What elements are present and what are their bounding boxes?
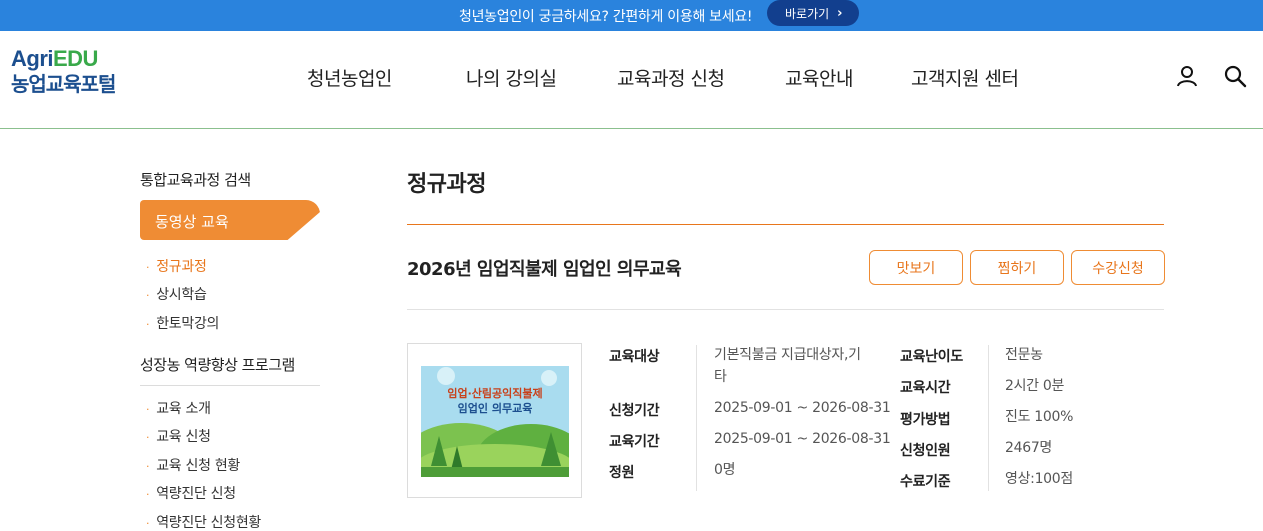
lnb-program-label: 역량진단 신청현황 <box>156 515 261 531</box>
info-label: 수료기준 <box>900 474 951 490</box>
banner-text: 청년농업인이 궁금하세요? 간편하게 이용해 보세요! <box>459 9 753 25</box>
lnb-program-item[interactable]: · 교육 신청 현황 <box>146 455 240 475</box>
enroll-button[interactable]: 수강신청 <box>1071 250 1165 285</box>
lnb-program-label: 역량진단 신청 <box>156 486 236 502</box>
banner-go-label: 바로가기 <box>785 6 830 21</box>
gnb-education-guide[interactable]: 교육안내 <box>785 64 853 91</box>
course-title: 2026년 임업직불제 임업인 의무교육 <box>407 259 682 280</box>
info-value: 영상:100점 <box>1005 471 1073 487</box>
lnb-program-item[interactable]: · 교육 신청 <box>146 426 211 446</box>
lnb-program-item[interactable]: · 교육 소개 <box>146 398 211 418</box>
info-label: 신청인원 <box>900 443 951 459</box>
search-icon[interactable] <box>1223 64 1247 88</box>
logo-ko: 농업교육포털 <box>11 72 116 96</box>
info-label: 교육난이도 <box>900 349 963 365</box>
title-divider <box>407 224 1164 225</box>
bullet-icon: · <box>146 261 150 274</box>
gnb-my-classroom[interactable]: 나의 강의실 <box>466 64 557 91</box>
top-banner: 청년농업인이 궁금하세요? 간편하게 이용해 보세요! 바로가기 › <box>0 0 1263 31</box>
bullet-icon: · <box>146 460 150 473</box>
info-label: 신청기간 <box>609 403 660 419</box>
info-column-divider <box>988 345 989 491</box>
lnb-program-label: 교육 소개 <box>156 401 211 417</box>
info-value: 전문농 <box>1005 347 1043 363</box>
chevron-right-icon: › <box>837 5 843 21</box>
page-title: 정규과정 <box>407 172 486 197</box>
info-value: 기본직불금 지급대상자,기 타 <box>714 344 861 388</box>
thumb-text-line2: 임업인 의무교육 <box>458 401 533 415</box>
info-value-line: 타 <box>714 369 727 385</box>
bullet-icon: · <box>146 488 150 501</box>
logo-en-agri: Agri <box>11 46 54 71</box>
lnb-sub-label: 상시학습 <box>156 287 207 303</box>
lnb-video-education[interactable]: 동영상 교육 <box>140 200 320 240</box>
info-label: 정원 <box>609 465 635 481</box>
bullet-icon: · <box>146 289 150 302</box>
thumb-text-line1: 임업·산림공익직불제 <box>447 386 542 400</box>
info-label: 교육기간 <box>609 434 660 450</box>
info-value: 진도 100% <box>1005 409 1074 425</box>
user-icon[interactable] <box>1175 64 1199 88</box>
lnb-sub-regular[interactable]: · 정규과정 <box>146 256 207 276</box>
bullet-icon: · <box>146 318 150 331</box>
lnb-program-label: 교육 신청 <box>156 429 211 445</box>
lnb-sub-label: 정규과정 <box>156 259 207 275</box>
logo-en-edu: EDU <box>53 46 98 71</box>
lnb-sub-short[interactable]: · 한토막강의 <box>146 313 219 333</box>
info-value: 2467명 <box>1005 440 1053 456</box>
lnb-program-label: 교육 신청 현황 <box>156 458 240 474</box>
bullet-icon: · <box>146 403 150 416</box>
lnb-growth-program[interactable]: 성장농 역량향상 프로그램 <box>140 354 295 375</box>
info-label: 교육대상 <box>609 349 660 365</box>
gnb-young-farmer[interactable]: 청년농업인 <box>307 64 392 91</box>
info-value: 2시간 0분 <box>1005 378 1065 394</box>
course-thumbnail-image: 임업·산림공익직불제 임업인 의무교육 <box>421 366 569 477</box>
site-logo[interactable]: AgriEDU 농업교육포털 <box>11 46 116 97</box>
lnb-program-item[interactable]: · 역량진단 신청 <box>146 483 236 503</box>
gnb-customer-center[interactable]: 고객지원 센터 <box>911 64 1019 91</box>
lnb-divider <box>140 385 320 386</box>
info-value-line: 기본직불금 지급대상자,기 <box>714 347 861 363</box>
site-header: AgriEDU 농업교육포털 청년농업인 나의 강의실 교육과정 신청 교육안내… <box>0 31 1263 129</box>
info-value: 0명 <box>714 462 736 478</box>
banner-go-button[interactable]: 바로가기 › <box>767 0 859 26</box>
bullet-icon: · <box>146 431 150 444</box>
preview-button[interactable]: 맛보기 <box>869 250 963 285</box>
info-value: 2025-09-01 ~ 2026-08-31 <box>714 400 891 416</box>
bullet-icon: · <box>146 517 150 530</box>
lnb-sub-always[interactable]: · 상시학습 <box>146 284 207 304</box>
gnb-course-apply[interactable]: 교육과정 신청 <box>617 64 725 91</box>
wishlist-button[interactable]: 찜하기 <box>970 250 1064 285</box>
lnb-integrated-search[interactable]: 통합교육과정 검색 <box>140 169 251 190</box>
info-value: 2025-09-01 ~ 2026-08-31 <box>714 431 891 447</box>
info-label: 교육시간 <box>900 380 951 396</box>
course-thumbnail[interactable]: 임업·산림공익직불제 임업인 의무교육 <box>407 343 582 498</box>
info-label: 평가방법 <box>900 412 951 428</box>
course-divider <box>407 309 1164 310</box>
lnb-sub-label: 한토막강의 <box>156 316 220 332</box>
info-column-divider <box>696 345 697 491</box>
lnb-program-item[interactable]: · 역량진단 신청현황 <box>146 512 261 531</box>
